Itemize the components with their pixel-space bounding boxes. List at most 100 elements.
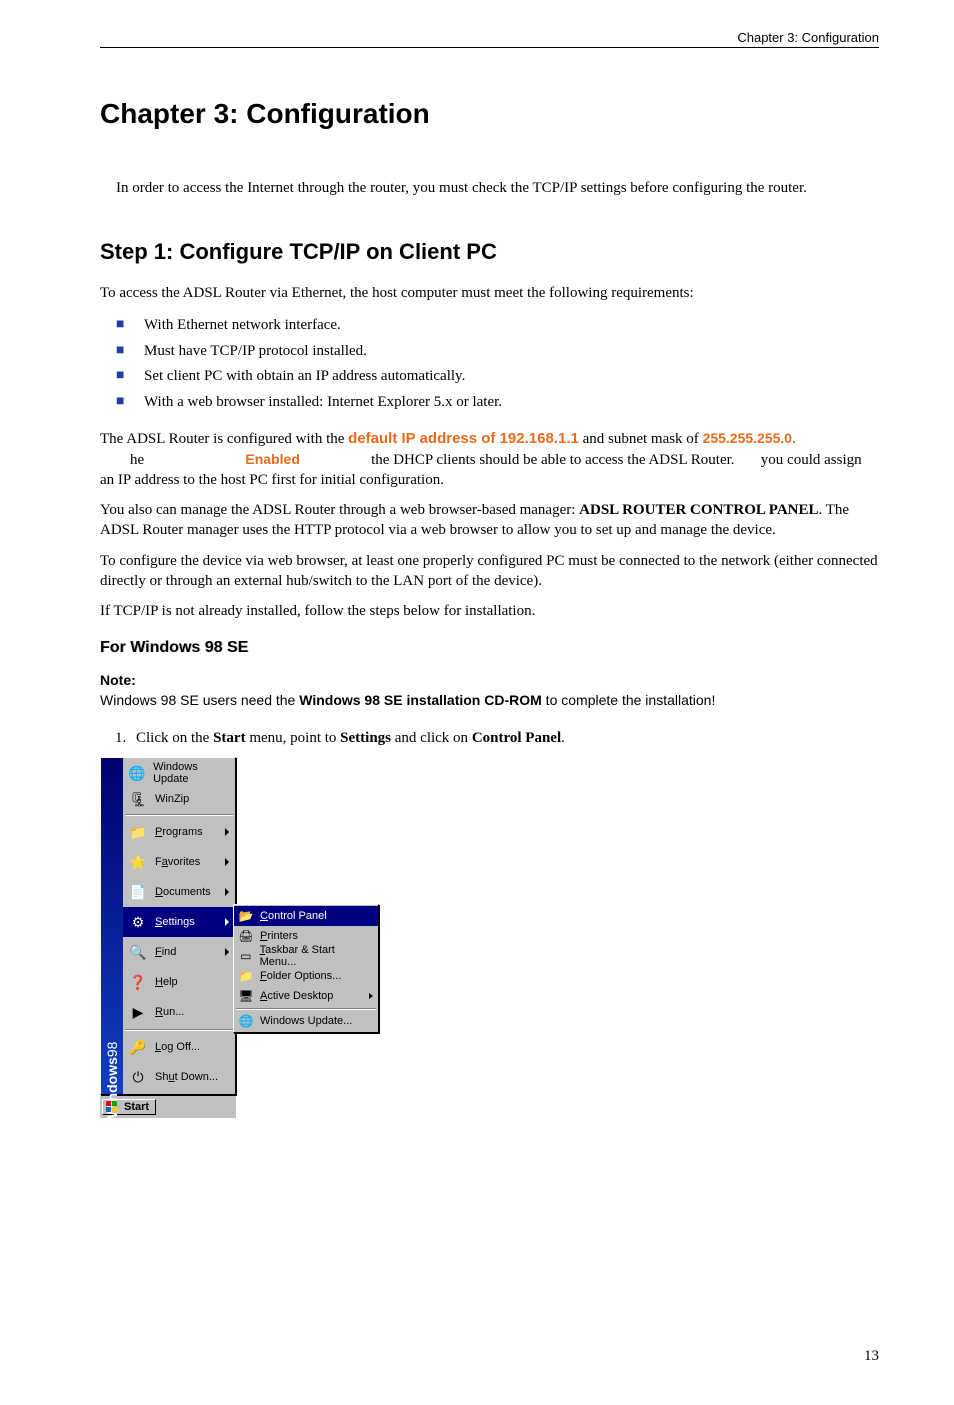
menu-item-logoff[interactable]: 🔑 Log Off... bbox=[123, 1032, 235, 1062]
text: Click on the bbox=[136, 730, 213, 746]
default-ip-text: default IP address of 192.168.1.1 bbox=[348, 430, 579, 447]
control-panel-text: Control Panel bbox=[472, 730, 561, 746]
windows98-heading: For Windows 98 SE bbox=[100, 639, 879, 657]
globe-icon: 🌐 bbox=[127, 763, 147, 783]
menu-label: Windows Update... bbox=[260, 1015, 352, 1027]
step-1: Click on the Start menu, point to Settin… bbox=[130, 730, 879, 747]
menu-item-windows-update[interactable]: 🌐 Windows Update bbox=[123, 760, 235, 786]
settings-submenu: 📂 Control Panel 🖨 Printers ▭ Taskbar & S… bbox=[233, 904, 379, 1033]
text: The ADSL Router is configured with the bbox=[100, 431, 348, 447]
submenu-item-active-desktop[interactable]: 🖥 Active Desktop bbox=[234, 986, 378, 1006]
menu-label: Windows Update bbox=[153, 761, 229, 785]
chevron-right-icon bbox=[225, 918, 229, 926]
search-icon: 🔍 bbox=[127, 942, 149, 962]
menu-label: Taskbar & Start Menu... bbox=[260, 944, 372, 968]
start-button-label: Start bbox=[124, 1101, 149, 1113]
text: to complete the installation! bbox=[542, 692, 716, 708]
star-icon: ⭐ bbox=[127, 852, 149, 872]
menu-label: Folder Options... bbox=[260, 970, 341, 982]
menu-item-documents[interactable]: 📄 Documents bbox=[123, 877, 235, 907]
globe-icon: 🌐 bbox=[238, 1014, 254, 1028]
menu-item-favorites[interactable]: ⭐ Favorites bbox=[123, 847, 235, 877]
key-icon: 🔑 bbox=[127, 1037, 149, 1057]
menu-label: Run... bbox=[155, 1006, 184, 1018]
list-item: With a web browser installed: Internet E… bbox=[100, 390, 879, 416]
manage-paragraph: You also can manage the ADSL Router thro… bbox=[100, 500, 879, 541]
submenu-item-control-panel[interactable]: 📂 Control Panel bbox=[234, 906, 378, 926]
text: he bbox=[100, 452, 245, 468]
requirements-list: With Ethernet network interface. Must ha… bbox=[100, 313, 879, 415]
chapter-title: Chapter 3: Configuration bbox=[100, 98, 879, 130]
menu-label: Settings bbox=[155, 916, 195, 928]
text: and click on bbox=[391, 730, 472, 746]
chevron-right-icon bbox=[225, 828, 229, 836]
menu-label: Control Panel bbox=[260, 910, 327, 922]
requirements-intro: To access the ADSL Router via Ethernet, … bbox=[100, 283, 879, 303]
menu-item-run[interactable]: ▶ Run... bbox=[123, 997, 235, 1027]
chevron-right-icon bbox=[225, 888, 229, 896]
text: Windows 98 SE users need the bbox=[100, 692, 299, 708]
submenu-item-windows-update[interactable]: 🌐 Windows Update... bbox=[234, 1011, 378, 1031]
subnet-mask-text: 255.255.255.0. bbox=[703, 430, 796, 446]
text: 98 bbox=[104, 1042, 120, 1058]
menu-item-find[interactable]: 🔍 Find bbox=[123, 937, 235, 967]
submenu-item-taskbar[interactable]: ▭ Taskbar & Start Menu... bbox=[234, 946, 378, 966]
menu-label: Find bbox=[155, 946, 176, 958]
start-menu-screenshot: Windows98 🌐 Windows Update 🗜 WinZip 📁 Pr… bbox=[100, 757, 236, 1118]
menu-item-shutdown[interactable]: ⏻ Shut Down... bbox=[123, 1062, 235, 1092]
separator bbox=[236, 1008, 376, 1009]
taskbar-icon: ▭ bbox=[238, 949, 254, 963]
configure-paragraph: To configure the device via web browser,… bbox=[100, 551, 879, 592]
menu-label: Help bbox=[155, 976, 178, 988]
start-menu-sidebar: Windows98 bbox=[101, 758, 123, 1094]
chevron-right-icon bbox=[369, 993, 373, 999]
text: and subnet mask of bbox=[579, 431, 703, 447]
separator bbox=[125, 1029, 233, 1030]
menu-label: Log Off... bbox=[155, 1041, 200, 1053]
taskbar: Start bbox=[100, 1095, 236, 1118]
intro-paragraph: In order to access the Internet through … bbox=[116, 180, 879, 197]
power-icon: ⏻ bbox=[127, 1067, 149, 1087]
note-block: Note: Windows 98 SE users need the Windo… bbox=[100, 671, 879, 710]
menu-item-help[interactable]: ❓ Help bbox=[123, 967, 235, 997]
running-header: Chapter 3: Configuration bbox=[100, 30, 879, 48]
folder-options-icon: 📁 bbox=[238, 969, 254, 983]
menu-item-winzip[interactable]: 🗜 WinZip bbox=[123, 786, 235, 812]
chevron-right-icon bbox=[225, 948, 229, 956]
menu-label: Printers bbox=[260, 930, 298, 942]
chevron-right-icon bbox=[225, 858, 229, 866]
menu-label: Active Desktop bbox=[260, 990, 333, 1002]
start-menu-column: 🌐 Windows Update 🗜 WinZip 📁 Programs ⭐ F… bbox=[123, 758, 235, 1094]
menu-label: Documents bbox=[155, 886, 211, 898]
menu-item-settings[interactable]: ⚙ Settings bbox=[123, 907, 235, 937]
menu-label: Programs bbox=[155, 826, 203, 838]
submenu-item-folder-options[interactable]: 📁 Folder Options... bbox=[234, 966, 378, 986]
text: You also can manage the ADSL Router thro… bbox=[100, 502, 579, 518]
list-item: Must have TCP/IP protocol installed. bbox=[100, 339, 879, 365]
start-button[interactable]: Start bbox=[102, 1099, 156, 1115]
text: menu, point to bbox=[246, 730, 341, 746]
programs-icon: 📁 bbox=[127, 822, 149, 842]
menu-label: Shut Down... bbox=[155, 1071, 218, 1083]
windows-flag-icon bbox=[106, 1101, 120, 1113]
default-ip-paragraph: The ADSL Router is configured with the d… bbox=[100, 429, 879, 490]
settings-text: Settings bbox=[340, 730, 391, 746]
menu-item-programs[interactable]: 📁 Programs bbox=[123, 817, 235, 847]
run-icon: ▶ bbox=[127, 1002, 149, 1022]
cdrom-name: Windows 98 SE installation CD-ROM bbox=[299, 692, 542, 708]
printer-icon: 🖨 bbox=[238, 929, 254, 943]
separator bbox=[125, 814, 233, 815]
text: . bbox=[561, 730, 565, 746]
note-label: Note: bbox=[100, 671, 879, 691]
list-item: With Ethernet network interface. bbox=[100, 313, 879, 339]
gear-icon: ⚙ bbox=[127, 912, 149, 932]
folder-icon: 📂 bbox=[238, 909, 254, 923]
start-text: Start bbox=[213, 730, 246, 746]
menu-label: WinZip bbox=[155, 793, 189, 805]
control-panel-name: ADSL ROUTER CONTROL PANEL bbox=[579, 502, 818, 518]
archive-icon: 🗜 bbox=[127, 789, 149, 809]
list-item: Set client PC with obtain an IP address … bbox=[100, 364, 879, 390]
submenu-item-printers[interactable]: 🖨 Printers bbox=[234, 926, 378, 946]
enabled-text: Enabled bbox=[245, 451, 299, 467]
menu-label: Favorites bbox=[155, 856, 200, 868]
